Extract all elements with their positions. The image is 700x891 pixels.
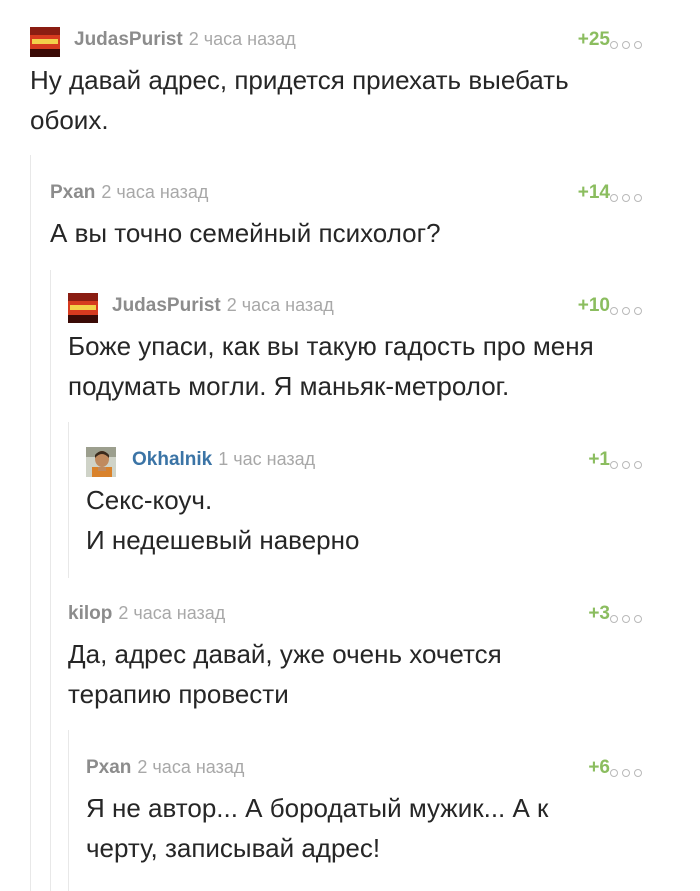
comment-meta: JudasPurist 2 часа назад (112, 295, 334, 317)
comment-rating: +14 (577, 182, 610, 203)
comment: Pxan 2 часа назад +6 Я не автор... А боро… (86, 754, 700, 868)
comment: JudasPurist 2 часа назад +25 Ну давай адр… (30, 26, 700, 140)
user-avatar[interactable] (30, 27, 60, 57)
user-avatar[interactable] (86, 447, 116, 477)
author-name[interactable]: Pxan (86, 757, 131, 778)
author-name[interactable]: JudasPurist (112, 295, 221, 316)
comment-line: подумать могли. Я маньяк-метролог. (68, 371, 510, 401)
more-dots-icon[interactable] (610, 764, 656, 777)
thread-line-4 (68, 730, 69, 891)
comment-line: А вы точно семейный психолог? (50, 218, 441, 248)
comment-text: Секс-коуч. И недешевый наверно (86, 480, 700, 560)
comment-text: Я не автор... А бородатый мужик... А к ч… (86, 788, 700, 868)
comment-line: Я не автор... А бородатый мужик... А к (86, 793, 549, 823)
comment: JudasPurist 2 часа назад +10 Боже упаси, … (68, 292, 700, 406)
comment-time[interactable]: 2 часа назад (227, 295, 334, 315)
comment-header: Okhalnik 1 час назад +1 (86, 446, 700, 477)
comment-line: терапию провести (68, 679, 289, 709)
comment: kilop 2 часа назад +3 Да, адрес давай, уж… (68, 600, 700, 714)
more-dots-icon[interactable] (610, 302, 656, 315)
comment-rating: +6 (588, 757, 610, 778)
comment-meta: Pxan 2 часа назад (50, 182, 208, 204)
comment-time[interactable]: 2 часа назад (118, 603, 225, 623)
comment-meta: JudasPurist 2 часа назад (74, 29, 296, 51)
comment-header: JudasPurist 2 часа назад +25 (30, 26, 700, 57)
comment-rating: +25 (577, 29, 610, 50)
comment-line: обоих. (30, 105, 109, 135)
comment-header: Pxan 2 часа назад +14 (50, 179, 700, 209)
comment-line: Ну давай адрес, придется приехать выебат… (30, 65, 569, 95)
comment-meta: Okhalnik 1 час назад (132, 449, 315, 471)
comment-line: Боже упаси, как вы такую гадость про мен… (68, 331, 594, 361)
more-dots-icon[interactable] (610, 36, 656, 49)
comment-header: JudasPurist 2 часа назад +10 (68, 292, 700, 323)
comment-header: Pxan 2 часа назад +6 (86, 754, 700, 784)
more-dots-icon[interactable] (610, 189, 656, 202)
comment-time[interactable]: 1 час назад (218, 449, 315, 469)
comment-text: Ну давай адрес, придется приехать выебат… (30, 60, 700, 140)
comment-header: kilop 2 часа назад +3 (68, 600, 700, 630)
more-dots-icon[interactable] (610, 610, 656, 623)
comment-text: Да, адрес давай, уже очень хочется терап… (68, 634, 700, 714)
comment-time[interactable]: 2 часа назад (137, 757, 244, 777)
user-avatar[interactable] (68, 293, 98, 323)
author-name[interactable]: Pxan (50, 182, 95, 203)
comment-line: Да, адрес давай, уже очень хочется (68, 639, 502, 669)
thread-line-3 (68, 422, 69, 578)
comment-time[interactable]: 2 часа назад (101, 182, 208, 202)
comment: Pxan 2 часа назад +14 А вы точно семейный… (50, 179, 700, 253)
comment-time[interactable]: 2 часа назад (189, 29, 296, 49)
comment-meta: kilop 2 часа назад (68, 603, 225, 625)
comment-line: И недешевый наверно (86, 525, 360, 555)
comment-meta: Pxan 2 часа назад (86, 757, 244, 779)
author-name[interactable]: JudasPurist (74, 29, 183, 50)
comment-text: Боже упаси, как вы такую гадость про мен… (68, 326, 700, 406)
comment-text: А вы точно семейный психолог? (50, 213, 700, 253)
thread-line-2 (50, 270, 51, 891)
comment-rating: +1 (588, 449, 610, 470)
comment-rating: +10 (577, 295, 610, 316)
comment-line: Секс-коуч. (86, 485, 213, 515)
comment: Okhalnik 1 час назад +1 Секс-коуч. И неде… (86, 446, 700, 560)
thread-line-1 (30, 155, 31, 891)
author-name[interactable]: kilop (68, 603, 112, 624)
comment-rating: +3 (588, 603, 610, 624)
comment-line: черту, записывай адрес! (86, 833, 381, 863)
author-name[interactable]: Okhalnik (132, 449, 212, 470)
more-dots-icon[interactable] (610, 456, 656, 469)
